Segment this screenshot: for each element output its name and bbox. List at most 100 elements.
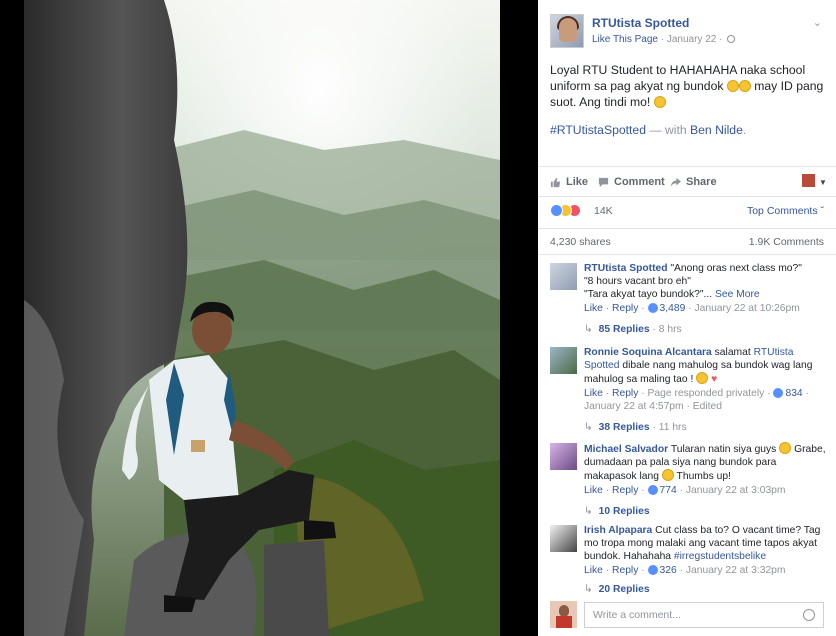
like-icon bbox=[647, 565, 658, 575]
tagged-suffix: . bbox=[742, 123, 747, 137]
commenter-avatar[interactable] bbox=[550, 263, 577, 290]
with-text: — with bbox=[649, 123, 687, 137]
comment-like-count[interactable]: 3,489 bbox=[660, 303, 686, 314]
comment-time[interactable]: January 22 at 10:26pm bbox=[694, 303, 799, 314]
replies-count: 10 Replies bbox=[598, 506, 650, 517]
comment-reply-button[interactable]: Reply bbox=[612, 303, 638, 314]
comment-text: "Anong oras next class mo?" bbox=[670, 263, 802, 274]
share-label: Share bbox=[686, 176, 717, 188]
replies-count: 38 Replies bbox=[598, 422, 650, 433]
comment-like-button[interactable]: Like bbox=[584, 485, 603, 496]
page-avatar[interactable] bbox=[550, 14, 584, 48]
comment-text: salamat bbox=[714, 347, 751, 358]
comment-time[interactable]: January 22 at 3:32pm bbox=[686, 565, 786, 576]
chevron-down-icon[interactable]: ⌄ bbox=[813, 16, 822, 29]
like-icon bbox=[647, 303, 658, 313]
comment-reply-button[interactable]: Reply bbox=[612, 565, 638, 576]
photo-artwork bbox=[24, 0, 500, 636]
page-name[interactable]: RTUtista Spotted bbox=[592, 16, 689, 30]
post-header: RTUtista Spotted Like This Page · Januar… bbox=[550, 14, 830, 50]
divider bbox=[538, 228, 836, 229]
emoji-icon bbox=[726, 80, 739, 92]
like-icon bbox=[647, 485, 658, 495]
page-responded-text: Page responded privately bbox=[647, 388, 765, 399]
replies-link[interactable]: ↳ 85 Replies · 8 hrs bbox=[584, 323, 828, 336]
comment-meta: Like · Reply · 3,489 · January 22 at 10:… bbox=[584, 303, 800, 314]
stats-row: 4,230 shares 1.9K Comments bbox=[550, 236, 830, 248]
like-icon bbox=[773, 388, 784, 398]
comment-like-button[interactable]: Like bbox=[584, 303, 603, 314]
share-button[interactable]: Share bbox=[670, 176, 717, 188]
comment-like-button[interactable]: Like bbox=[584, 388, 603, 399]
hashtag-link[interactable]: #irregstudentsbelike bbox=[674, 551, 766, 562]
hashtag-link[interactable]: #RTUtistaSpotted bbox=[550, 123, 646, 137]
like-reaction-icon[interactable] bbox=[550, 204, 563, 217]
comment-input-placeholder: Write a comment... bbox=[593, 609, 681, 621]
globe-icon bbox=[727, 35, 736, 44]
replies-count: 20 Replies bbox=[598, 584, 650, 595]
comment-label: Comment bbox=[614, 176, 665, 188]
like-page-link[interactable]: Like This Page bbox=[592, 34, 658, 45]
commenter-name[interactable]: RTUtista Spotted bbox=[584, 263, 668, 274]
shares-count[interactable]: 4,230 shares bbox=[550, 236, 611, 248]
post-date[interactable]: January 22 bbox=[667, 34, 716, 45]
comment-like-count[interactable]: 834 bbox=[785, 388, 802, 399]
post-tags: #RTUtistaSpotted — with Ben Nilde. bbox=[550, 123, 746, 137]
emoji-icon bbox=[738, 80, 751, 92]
replies-link[interactable]: ↳ 20 Replies bbox=[584, 583, 828, 596]
commenter-avatar[interactable] bbox=[550, 525, 577, 552]
comment-button[interactable]: Comment bbox=[598, 176, 665, 188]
post-side-panel: RTUtista Spotted Like This Page · Januar… bbox=[538, 0, 836, 636]
post-meta: Like This Page · January 22 · bbox=[592, 34, 736, 45]
comment-input[interactable]: Write a comment... bbox=[584, 602, 824, 628]
see-more-link[interactable]: See More bbox=[715, 289, 760, 300]
comment-reply-button[interactable]: Reply bbox=[612, 388, 638, 399]
divider bbox=[538, 196, 836, 197]
top-comments-dropdown[interactable]: Top Comments ˇ bbox=[747, 205, 824, 217]
replies-count: 85 Replies bbox=[598, 324, 650, 335]
emoji-icon bbox=[661, 469, 674, 481]
tagged-person-link[interactable]: Ben Nilde bbox=[690, 123, 743, 137]
heart-icon: ♥ bbox=[711, 374, 718, 385]
comment-like-count[interactable]: 774 bbox=[660, 485, 677, 496]
replies-time: 8 hrs bbox=[658, 324, 682, 335]
like-icon bbox=[550, 177, 561, 187]
reaction-count[interactable]: 14K bbox=[594, 205, 613, 217]
comment-text-line: "Tara akyat tayo bundok?"... bbox=[584, 289, 713, 300]
post-as-selector[interactable]: ▼ bbox=[802, 172, 830, 188]
comment-text: Tularan natin siya guys bbox=[670, 444, 777, 455]
commenter-avatar[interactable] bbox=[550, 347, 577, 374]
emoji-icon bbox=[779, 442, 792, 454]
commenter-name[interactable]: Michael Salvador bbox=[584, 444, 668, 455]
comment-composer: Write a comment... bbox=[550, 601, 830, 629]
comment-like-button[interactable]: Like bbox=[584, 565, 603, 576]
comment-meta: Like · Reply · Page responded privately … bbox=[584, 388, 809, 412]
photo-viewer bbox=[0, 0, 538, 636]
post-text: Loyal RTU Student to HAHAHAHA naka schoo… bbox=[550, 62, 830, 110]
share-icon bbox=[670, 177, 681, 187]
comment-reply-button[interactable]: Reply bbox=[612, 485, 638, 496]
comment-icon bbox=[598, 177, 609, 187]
replies-time: 11 hrs bbox=[658, 422, 687, 433]
divider bbox=[538, 254, 836, 255]
emoji-icon bbox=[653, 96, 666, 108]
comment-text-end: Thumbs up! bbox=[676, 471, 731, 482]
emoji-picker-icon[interactable] bbox=[803, 609, 815, 621]
edited-label[interactable]: Edited bbox=[693, 401, 722, 412]
comment-time[interactable]: January 22 at 4:57pm bbox=[584, 401, 684, 412]
replies-link[interactable]: ↳ 38 Replies · 11 hrs bbox=[584, 421, 828, 434]
comments-count[interactable]: 1.9K Comments bbox=[749, 236, 824, 248]
reactions-row: 14K Top Comments ˇ bbox=[550, 204, 830, 218]
comment-like-count[interactable]: 326 bbox=[660, 565, 677, 576]
post-photo[interactable] bbox=[24, 0, 500, 636]
comment-meta: Like · Reply · 326 · January 22 at 3:32p… bbox=[584, 565, 786, 576]
commenter-name[interactable]: Ronnie Soquina Alcantara bbox=[584, 347, 712, 358]
commenter-avatar[interactable] bbox=[550, 443, 577, 470]
like-button[interactable]: Like bbox=[550, 176, 588, 188]
comment-meta: Like · Reply · 774 · January 22 at 3:03p… bbox=[584, 485, 786, 496]
comment-text-line: "8 hours vacant bro eh" bbox=[584, 276, 691, 287]
divider bbox=[538, 166, 836, 167]
comment-time[interactable]: January 22 at 3:03pm bbox=[686, 485, 786, 496]
commenter-name[interactable]: Irish Alpapara bbox=[584, 525, 652, 536]
replies-link[interactable]: ↳ 10 Replies bbox=[584, 505, 828, 518]
